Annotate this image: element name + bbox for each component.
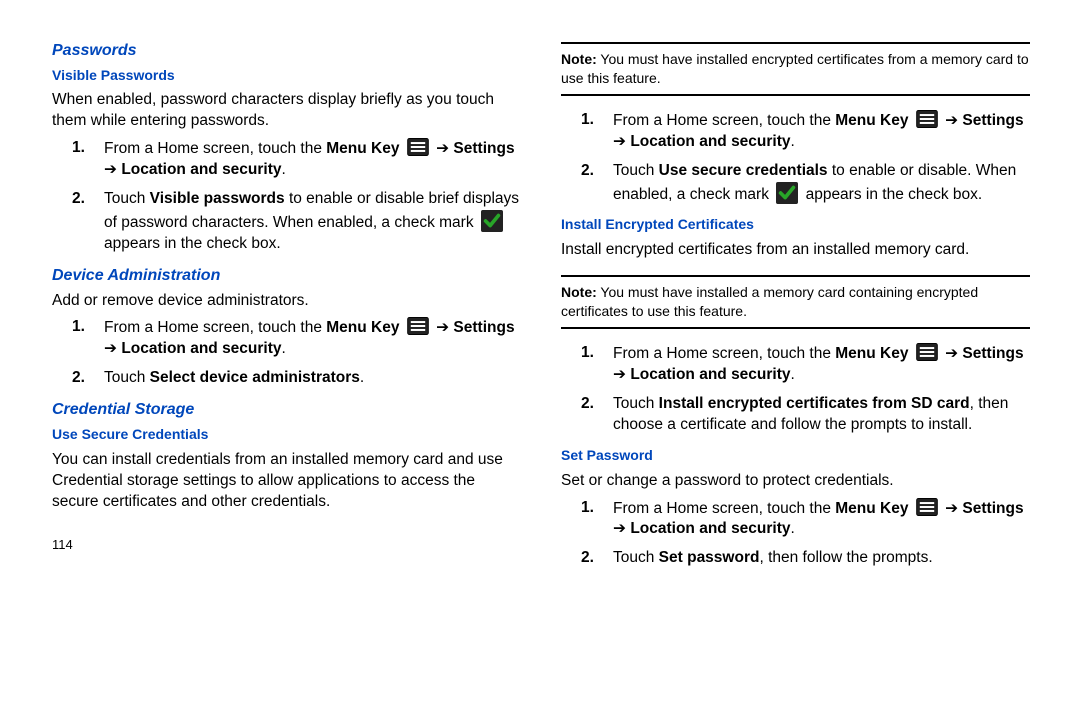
note-install-enc: Note: You must have installed a memory c… [561, 275, 1030, 329]
menu-key-icon [407, 317, 429, 335]
ie-step-1: From a Home screen, touch the Menu Key ➔… [609, 343, 1030, 386]
note-use-secure: Note: You must have installed encrypted … [561, 42, 1030, 96]
check-icon [481, 210, 503, 232]
subsection-install-encrypted: Install Encrypted Certificates [561, 215, 1030, 234]
menu-key-icon [407, 138, 429, 156]
device-admin-intro: Add or remove device administrators. [52, 291, 521, 312]
sp-step-2: Touch Set password, then follow the prom… [609, 548, 1030, 569]
sp-step-1: From a Home screen, touch the Menu Key ➔… [609, 498, 1030, 541]
subsection-set-password: Set Password [561, 446, 1030, 465]
use-secure-intro: You can install credentials from an inst… [52, 450, 521, 513]
da-step-2: Touch Select device administrators. [100, 368, 521, 389]
check-icon [776, 182, 798, 204]
visible-passwords-intro: When enabled, password characters displa… [52, 90, 521, 132]
section-passwords: Passwords [52, 40, 521, 62]
section-credential-storage: Credential Storage [52, 399, 521, 421]
vp-step-1: From a Home screen, touch the Menu Key ➔… [100, 138, 521, 181]
subsection-visible-passwords: Visible Passwords [52, 66, 521, 85]
ie-step-2: Touch Install encrypted certificates fro… [609, 394, 1030, 436]
menu-key-icon [916, 343, 938, 361]
us-step-1: From a Home screen, touch the Menu Key ➔… [609, 110, 1030, 153]
install-enc-intro: Install encrypted certificates from an i… [561, 240, 1030, 261]
menu-key-icon [916, 498, 938, 516]
subsection-use-secure-credentials: Use Secure Credentials [52, 425, 521, 444]
us-step-2: Touch Use secure credentials to enable o… [609, 161, 1030, 206]
vp-step-2: Touch Visible passwords to enable or dis… [100, 189, 521, 255]
menu-key-icon [916, 110, 938, 128]
set-password-intro: Set or change a password to protect cred… [561, 471, 1030, 492]
page-number: 114 [52, 536, 521, 554]
da-step-1: From a Home screen, touch the Menu Key ➔… [100, 317, 521, 360]
section-device-admin: Device Administration [52, 265, 521, 287]
